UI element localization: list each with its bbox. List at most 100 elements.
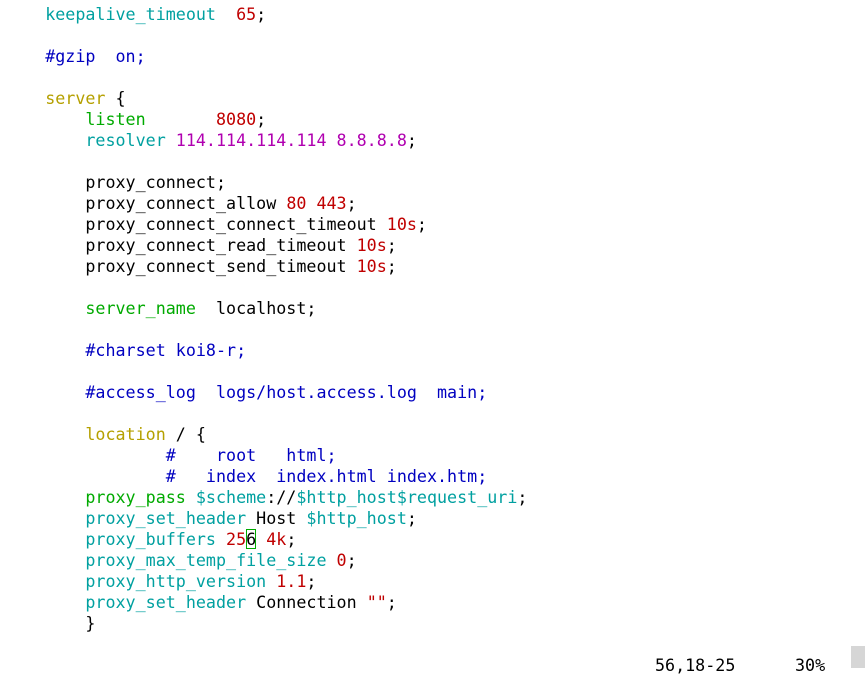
code-line[interactable]: proxy_connect_send_timeout 10s; bbox=[5, 256, 396, 277]
code-token: Host bbox=[246, 508, 307, 528]
code-line[interactable]: # root html; bbox=[5, 445, 337, 466]
code-line[interactable]: #gzip on; bbox=[5, 46, 146, 67]
code-token: $http_host bbox=[306, 508, 407, 528]
code-line[interactable]: proxy_max_temp_file_size 0; bbox=[5, 550, 357, 571]
code-line[interactable]: listen 8080; bbox=[5, 109, 266, 130]
code-token: 10s bbox=[386, 214, 417, 234]
code-token: proxy_http_version bbox=[85, 571, 267, 591]
code-token: { bbox=[105, 88, 126, 108]
code-line[interactable]: proxy_set_header Host $http_host; bbox=[5, 508, 417, 529]
code-token: 443 bbox=[316, 193, 347, 213]
scroll-percent: 30% bbox=[795, 655, 826, 675]
code-line[interactable]: server_name localhost; bbox=[5, 298, 316, 319]
code-line[interactable]: proxy_connect_read_timeout 10s; bbox=[5, 235, 397, 256]
code-token: location bbox=[85, 424, 166, 444]
code-token: proxy_connect_connect_timeout bbox=[5, 214, 387, 234]
code-line[interactable]: proxy_connect_connect_timeout 10s; bbox=[5, 214, 427, 235]
code-line[interactable]: proxy_set_header Connection ""; bbox=[5, 592, 397, 613]
code-token: :// bbox=[266, 487, 297, 507]
code-token: 8.8.8.8 bbox=[336, 130, 407, 150]
code-token: server bbox=[45, 88, 106, 108]
code-token: Connection bbox=[246, 592, 367, 612]
code-line[interactable]: # index index.html index.htm; bbox=[5, 466, 488, 487]
vim-editor[interactable]: keepalive_timeout 65; #gzip on; server {… bbox=[0, 0, 850, 684]
cursor-position: 56,18-25 bbox=[655, 655, 736, 675]
code-token: localhost; bbox=[195, 298, 317, 318]
code-line[interactable]: } bbox=[5, 613, 95, 634]
code-token: listen bbox=[85, 109, 146, 129]
scrollbar[interactable] bbox=[850, 0, 866, 684]
code-line[interactable]: proxy_pass $scheme://$http_host$request_… bbox=[5, 487, 527, 508]
code-line[interactable]: proxy_connect_allow 80 443; bbox=[5, 193, 357, 214]
code-token: ; bbox=[416, 214, 427, 234]
code-line[interactable]: proxy_buffers 256 4k; bbox=[5, 529, 296, 550]
code-token: server_name bbox=[85, 298, 196, 318]
code-token: ; bbox=[286, 529, 297, 549]
code-token: proxy_max_temp_file_size bbox=[85, 550, 327, 570]
code-token: #gzip on; bbox=[45, 46, 146, 66]
code-token: $scheme bbox=[195, 487, 267, 507]
code-token: proxy_connect_allow bbox=[5, 193, 287, 213]
code-token: $request_uri bbox=[396, 487, 518, 507]
code-token: keepalive_timeout bbox=[45, 4, 216, 24]
code-line[interactable]: #charset koi8-r; bbox=[5, 340, 246, 361]
code-token: ; bbox=[406, 130, 417, 150]
code-token: 10s bbox=[356, 235, 387, 255]
code-token: #charset koi8-r; bbox=[85, 340, 247, 360]
code-token: ; bbox=[256, 109, 267, 129]
code-token: 80 bbox=[286, 193, 307, 213]
code-line[interactable]: #access_log logs/host.access.log main; bbox=[5, 382, 487, 403]
code-token: proxy_set_header bbox=[85, 592, 247, 612]
code-token: ; bbox=[346, 193, 357, 213]
code-line[interactable]: proxy_http_version 1.1; bbox=[5, 571, 316, 592]
code-token: proxy_pass bbox=[85, 487, 186, 507]
code-token: 8080 bbox=[215, 109, 257, 129]
code-token: #access_log logs/host.access.log main; bbox=[85, 382, 488, 402]
code-token: 10s bbox=[356, 256, 387, 276]
code-token: ; bbox=[306, 571, 317, 591]
code-token: ; bbox=[386, 592, 397, 612]
code-token: proxy_buffers bbox=[85, 529, 216, 549]
code-token: ; bbox=[406, 508, 417, 528]
text-cursor: 6 bbox=[246, 529, 257, 549]
code-line[interactable]: keepalive_timeout 65; bbox=[5, 4, 266, 25]
code-token: ; bbox=[346, 550, 357, 570]
code-line[interactable]: server { bbox=[5, 88, 126, 109]
code-token: # root html; bbox=[165, 445, 337, 465]
scrollbar-thumb[interactable] bbox=[851, 646, 865, 668]
code-line[interactable]: proxy_connect; bbox=[5, 172, 226, 193]
code-token: 1.1 bbox=[276, 571, 307, 591]
code-token: proxy_connect_send_timeout bbox=[5, 256, 357, 276]
code-token: proxy_set_header bbox=[85, 508, 247, 528]
code-line[interactable]: resolver 114.114.114.114 8.8.8.8; bbox=[5, 130, 417, 151]
code-token: ; bbox=[386, 235, 397, 255]
code-token: / { bbox=[165, 424, 206, 444]
code-token: 0 bbox=[336, 550, 347, 570]
code-token: $http_host bbox=[296, 487, 397, 507]
code-token: 114.114.114.114 bbox=[175, 130, 327, 150]
code-token: proxy_connect; bbox=[5, 172, 227, 192]
code-line[interactable]: location / { bbox=[5, 424, 206, 445]
